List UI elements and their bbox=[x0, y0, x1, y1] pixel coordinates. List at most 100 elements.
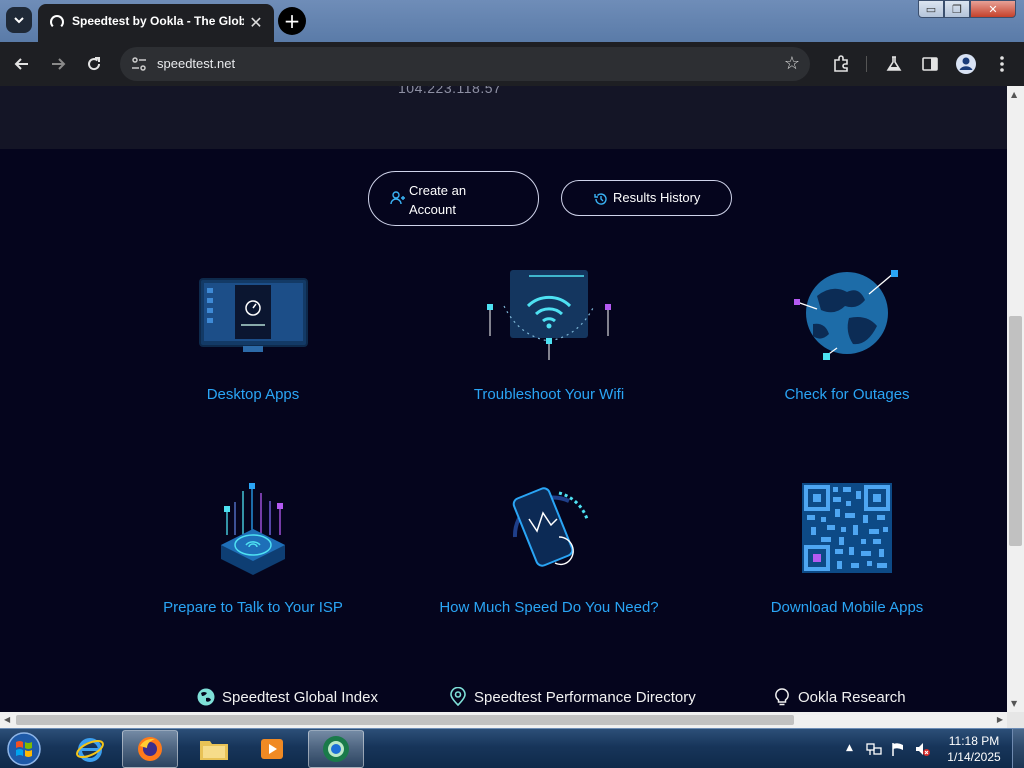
results-history-button[interactable]: Results History bbox=[561, 180, 732, 216]
close-button[interactable]: ✕ bbox=[970, 0, 1016, 18]
lightbulb-icon bbox=[775, 688, 789, 706]
vertical-scrollbar[interactable]: ▲ ▼ bbox=[1007, 86, 1024, 712]
browser-toolbar: speedtest.net ☆ bbox=[0, 42, 1024, 86]
minimize-button[interactable]: ▭ bbox=[918, 0, 944, 18]
active-tab[interactable]: Speedtest by Ookla - The Glob ✕ bbox=[38, 4, 274, 42]
vertical-scroll-thumb[interactable] bbox=[1009, 316, 1022, 546]
back-button[interactable] bbox=[10, 52, 34, 76]
feature-talk-to-isp[interactable]: Prepare to Talk to Your ISP bbox=[123, 479, 383, 639]
link-ookla-research[interactable]: Ookla Research bbox=[772, 684, 906, 710]
internet-explorer-icon bbox=[76, 738, 104, 762]
feature-label: Troubleshoot Your Wifi bbox=[473, 386, 625, 403]
phone-speed-icon bbox=[512, 487, 589, 567]
feature-how-much-speed[interactable]: How Much Speed Do You Need? bbox=[419, 479, 679, 639]
labs-button[interactable] bbox=[882, 52, 906, 76]
address-bar[interactable]: speedtest.net ☆ bbox=[120, 47, 810, 81]
link-performance-directory[interactable]: Speedtest Performance Directory bbox=[448, 684, 696, 710]
taskbar-clock[interactable]: 11:18 PM 1/14/2025 bbox=[938, 733, 1010, 765]
feature-label: Prepare to Talk to Your ISP bbox=[163, 599, 343, 616]
results-band: 104.223.118.57 bbox=[0, 86, 1007, 149]
feature-download-mobile-apps[interactable]: Download Mobile Apps bbox=[717, 479, 977, 639]
site-info-icon[interactable] bbox=[130, 55, 148, 73]
taskbar-file-explorer[interactable] bbox=[186, 730, 242, 768]
create-account-button[interactable]: Create an Account bbox=[368, 171, 539, 226]
window-controls: ▭ ❐ ✕ bbox=[918, 0, 1018, 18]
feature-label: How Much Speed Do You Need? bbox=[439, 599, 659, 616]
media-player-icon bbox=[261, 739, 283, 759]
scrollbar-corner bbox=[1007, 712, 1024, 728]
link-label: Speedtest Global Index bbox=[222, 688, 378, 706]
extensions-button[interactable] bbox=[829, 52, 853, 76]
scroll-down-arrow-icon[interactable]: ▼ bbox=[1011, 699, 1017, 708]
globe-icon bbox=[794, 270, 898, 360]
scroll-left-arrow-icon[interactable]: ◀ bbox=[4, 715, 10, 724]
profile-avatar-icon bbox=[956, 54, 976, 74]
tray-expand-icon[interactable]: ▲ bbox=[846, 743, 862, 759]
create-account-label: Create an Account bbox=[409, 181, 499, 219]
create-account-line2: Account bbox=[409, 202, 456, 217]
side-panel-button[interactable] bbox=[918, 52, 942, 76]
taskbar-media-player[interactable] bbox=[244, 730, 300, 768]
feature-label: Desktop Apps bbox=[206, 386, 300, 403]
page-content: 104.223.118.57 Create an Account Results… bbox=[0, 86, 1007, 712]
toolbar-separator bbox=[866, 56, 867, 72]
new-tab-button[interactable]: + bbox=[278, 7, 306, 35]
kebab-menu-icon bbox=[1000, 56, 1004, 72]
desktop-monitor-icon bbox=[199, 278, 308, 352]
horizontal-scrollbar[interactable]: ◀ ▶ bbox=[0, 712, 1007, 728]
chevron-down-icon bbox=[14, 17, 24, 24]
scroll-right-arrow-icon[interactable]: ▶ bbox=[997, 715, 1003, 724]
clock-date: 1/14/2025 bbox=[947, 750, 1001, 764]
arrow-right-icon bbox=[52, 58, 66, 70]
add-user-icon bbox=[390, 191, 405, 205]
chrome-icon bbox=[323, 736, 349, 762]
qr-code-icon bbox=[802, 483, 892, 573]
wifi-icon bbox=[487, 270, 611, 360]
plus-icon: + bbox=[283, 9, 301, 33]
speedtest-favicon-icon bbox=[50, 15, 64, 29]
volume-muted-icon[interactable] bbox=[914, 741, 930, 757]
tab-title: Speedtest by Ookla - The Glob bbox=[72, 14, 244, 28]
profile-button[interactable] bbox=[954, 52, 978, 76]
firefox-icon bbox=[138, 737, 162, 761]
horizontal-scroll-thumb[interactable] bbox=[16, 715, 794, 725]
browser-menu-button[interactable] bbox=[990, 52, 1014, 76]
link-global-index[interactable]: Speedtest Global Index bbox=[196, 684, 378, 710]
feature-desktop-apps[interactable]: Desktop Apps bbox=[123, 266, 383, 426]
tab-close-icon[interactable]: ✕ bbox=[246, 12, 266, 32]
feature-troubleshoot-wifi[interactable]: Troubleshoot Your Wifi bbox=[419, 266, 679, 426]
history-icon bbox=[594, 193, 607, 205]
maximize-button[interactable]: ❐ bbox=[944, 0, 970, 18]
ip-address: 104.223.118.57 bbox=[398, 86, 502, 96]
taskbar-internet-explorer[interactable] bbox=[62, 730, 118, 768]
clock-time: 11:18 PM bbox=[948, 734, 1000, 748]
reload-icon bbox=[88, 57, 101, 71]
arrow-left-icon bbox=[14, 58, 28, 70]
folder-icon bbox=[200, 741, 228, 760]
reload-button[interactable] bbox=[82, 52, 106, 76]
link-label: Ookla Research bbox=[798, 688, 906, 706]
system-tray: ▲ bbox=[842, 733, 938, 763]
feature-label: Check for Outages bbox=[784, 386, 910, 403]
forward-button[interactable] bbox=[46, 52, 70, 76]
tab-search-button[interactable] bbox=[6, 7, 32, 33]
windows-taskbar: ▲ 11:18 PM 1/14/2025 bbox=[0, 728, 1024, 768]
side-panel-icon bbox=[922, 57, 938, 71]
start-button[interactable] bbox=[4, 730, 44, 768]
feature-check-outages[interactable]: Check for Outages bbox=[717, 266, 977, 426]
scroll-up-arrow-icon[interactable]: ▲ bbox=[1011, 90, 1017, 99]
show-desktop-button[interactable] bbox=[1012, 729, 1024, 768]
router-icon bbox=[221, 483, 285, 575]
location-pin-icon bbox=[450, 687, 466, 707]
results-history-label: Results History bbox=[613, 190, 701, 205]
flask-icon bbox=[886, 56, 902, 71]
url-text: speedtest.net bbox=[157, 56, 236, 71]
browser-tab-bar: Speedtest by Ookla - The Glob ✕ + ▭ ❐ ✕ bbox=[0, 0, 1024, 42]
action-center-flag-icon[interactable] bbox=[890, 741, 906, 757]
taskbar-firefox[interactable] bbox=[122, 730, 178, 768]
taskbar-chrome[interactable] bbox=[308, 730, 364, 768]
feature-label: Download Mobile Apps bbox=[770, 599, 924, 616]
create-account-line1: Create an bbox=[409, 183, 467, 198]
network-icon[interactable] bbox=[866, 741, 882, 757]
bookmark-star-icon[interactable]: ☆ bbox=[784, 53, 800, 74]
